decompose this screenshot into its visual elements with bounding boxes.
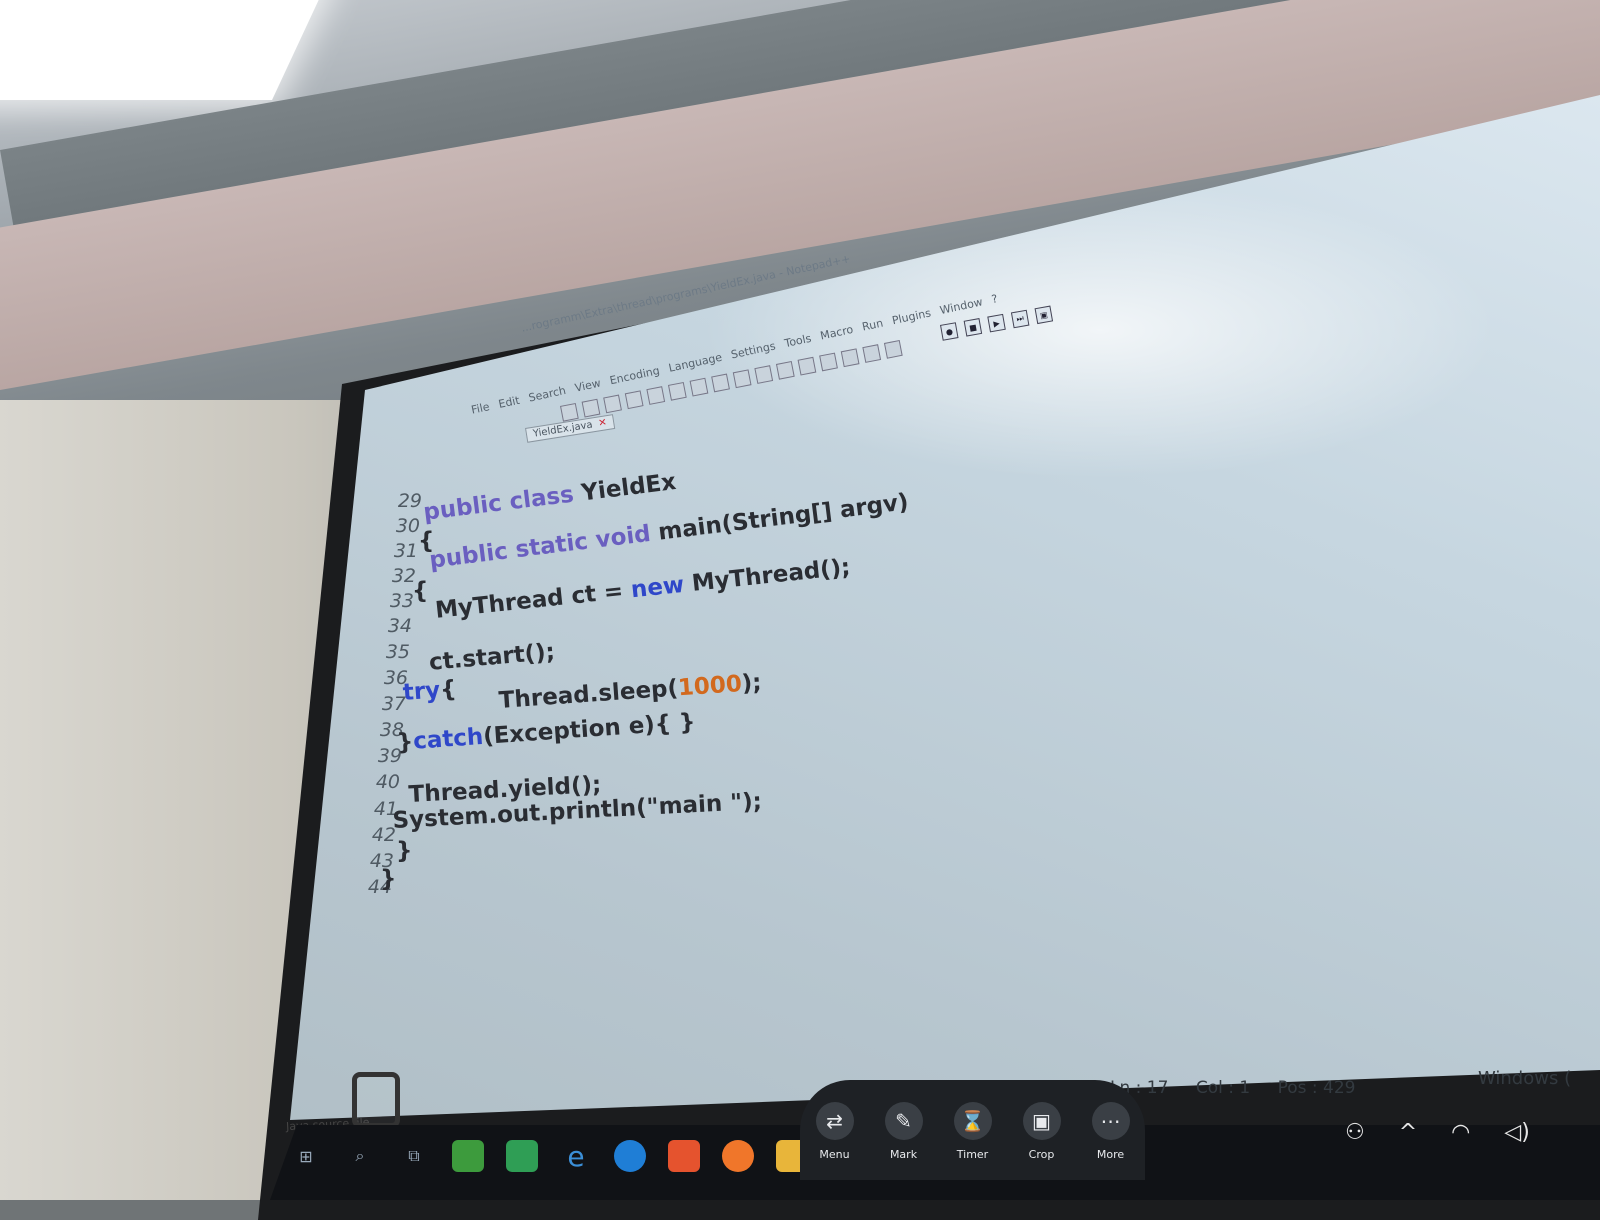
menu-button[interactable]: ⇄ Menu — [805, 1102, 865, 1161]
hourglass-icon: ⌛ — [953, 1102, 992, 1140]
edge-icon[interactable] — [614, 1140, 646, 1172]
toolbar-label: Menu — [819, 1148, 850, 1161]
brave-icon[interactable] — [668, 1140, 700, 1172]
mark-button[interactable]: ✎ Mark — [874, 1102, 934, 1161]
chevron-up-icon[interactable]: ^ — [1399, 1120, 1417, 1145]
people-icon[interactable]: ⚇ — [1345, 1120, 1365, 1145]
toolbar-label: More — [1096, 1148, 1125, 1161]
windows-start-icon[interactable]: ⊞ — [290, 1140, 322, 1172]
taskbar-icons: ⊞ ⌕ ⧉ e — [290, 1140, 808, 1173]
image-icon: ▣ — [1022, 1102, 1061, 1140]
task-view-icon[interactable]: ⧉ — [398, 1140, 430, 1172]
pen-icon: ✎ — [884, 1102, 923, 1140]
more-button[interactable]: ⋯ More — [1081, 1102, 1141, 1161]
volume-icon[interactable]: ◁) — [1504, 1120, 1530, 1145]
wifi-icon[interactable]: ◠ — [1451, 1120, 1470, 1145]
ceiling-light — [0, 0, 328, 100]
toolbar-label: Mark — [889, 1148, 918, 1161]
toolbar-label: Crop — [1028, 1148, 1055, 1161]
system-tray: ⚇ ^ ◠ ◁) — [1345, 1120, 1530, 1145]
search-icon[interactable]: ⌕ — [344, 1140, 376, 1172]
crop-button[interactable]: ▣ Crop — [1012, 1102, 1072, 1161]
square-overlay-button[interactable] — [352, 1072, 400, 1128]
internet-explorer-icon[interactable]: e — [560, 1140, 592, 1173]
switch-icon: ⇄ — [815, 1102, 854, 1140]
toolbar-label: Timer — [956, 1148, 989, 1161]
timer-button[interactable]: ⌛ Timer — [943, 1102, 1003, 1161]
firefox-icon[interactable] — [722, 1140, 754, 1172]
app-icon[interactable] — [452, 1140, 484, 1172]
app-icon[interactable] — [506, 1140, 538, 1172]
floating-toolbar: ⇄ Menu ✎ Mark ⌛ Timer ▣ Crop ⋯ More — [800, 1080, 1145, 1180]
more-icon: ⋯ — [1091, 1102, 1130, 1140]
